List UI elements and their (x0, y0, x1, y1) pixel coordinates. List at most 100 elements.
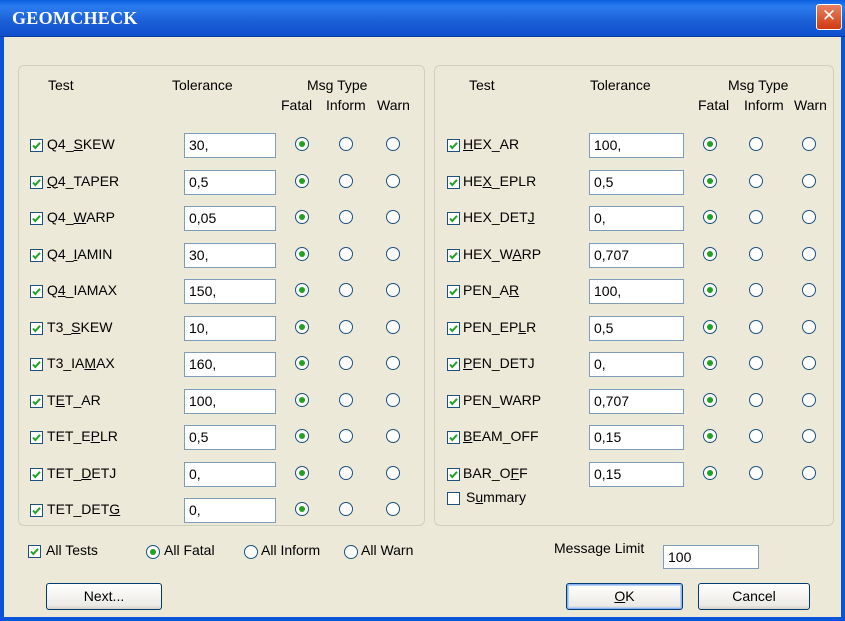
msg-type-fatal-radio[interactable] (295, 356, 309, 370)
test-checkbox[interactable] (447, 321, 460, 335)
all-fatal-radio[interactable] (146, 545, 160, 559)
msg-type-fatal-radio[interactable] (703, 429, 717, 443)
msg-type-inform-radio[interactable] (749, 465, 763, 480)
msg-type-inform-radio[interactable] (339, 246, 353, 261)
tolerance-input[interactable]: 160, (184, 352, 276, 377)
msg-type-warn-radio[interactable] (802, 356, 816, 370)
test-checkbox[interactable] (30, 431, 43, 444)
cancel-button[interactable]: Cancel (698, 583, 810, 610)
msg-type-warn-radio[interactable] (802, 429, 816, 443)
close-button[interactable]: ✕ (816, 4, 842, 30)
msg-type-fatal-radio[interactable] (295, 319, 309, 334)
test-checkbox[interactable] (30, 504, 43, 517)
msg-type-inform-radio[interactable] (339, 429, 353, 443)
test-checkbox[interactable] (447, 431, 460, 444)
message-limit-input[interactable]: 100 (663, 545, 759, 569)
msg-type-inform-radio[interactable] (339, 210, 353, 224)
msg-type-warn-radio[interactable] (386, 319, 400, 334)
msg-type-inform-radio[interactable] (339, 502, 353, 516)
tolerance-input[interactable]: 0, (589, 352, 684, 377)
msg-type-fatal-radio[interactable] (295, 210, 309, 224)
msg-type-inform-radio[interactable] (749, 173, 763, 188)
test-checkbox[interactable] (447, 248, 460, 262)
tolerance-input[interactable]: 30, (184, 133, 276, 158)
tolerance-input[interactable]: 0,05 (184, 206, 276, 231)
tolerance-input[interactable]: 100, (589, 133, 684, 158)
msg-type-warn-radio[interactable] (386, 210, 400, 224)
tolerance-input[interactable]: 0, (184, 498, 276, 523)
all-inform-radio[interactable] (244, 545, 258, 559)
msg-type-inform-radio[interactable] (749, 246, 763, 261)
test-checkbox[interactable] (30, 175, 43, 189)
msg-type-inform-radio[interactable] (339, 319, 353, 334)
test-checkbox[interactable] (30, 394, 43, 408)
msg-type-warn-radio[interactable] (802, 137, 816, 151)
msg-type-inform-radio[interactable] (749, 210, 763, 224)
test-checkbox[interactable] (447, 175, 460, 189)
tolerance-input[interactable]: 150, (184, 279, 276, 304)
msg-type-inform-radio[interactable] (339, 137, 353, 151)
tolerance-input[interactable]: 100, (589, 279, 684, 304)
ok-button[interactable]: OK (566, 583, 683, 610)
test-checkbox[interactable] (447, 358, 460, 371)
summary-checkbox[interactable] (447, 492, 460, 505)
msg-type-warn-radio[interactable] (386, 392, 400, 407)
tolerance-input[interactable]: 0,5 (589, 169, 684, 195)
msg-type-fatal-radio[interactable] (703, 319, 717, 334)
msg-type-warn-radio[interactable] (386, 502, 400, 516)
msg-type-warn-radio[interactable] (386, 356, 400, 370)
test-checkbox[interactable] (30, 212, 43, 225)
msg-type-warn-radio[interactable] (802, 283, 816, 297)
msg-type-fatal-radio[interactable] (703, 356, 717, 370)
msg-type-inform-radio[interactable] (749, 392, 763, 407)
msg-type-inform-radio[interactable] (339, 173, 353, 188)
msg-type-fatal-radio[interactable] (703, 137, 717, 151)
msg-type-warn-radio[interactable] (386, 137, 400, 151)
test-checkbox[interactable] (30, 139, 43, 152)
msg-type-warn-radio[interactable] (386, 465, 400, 480)
msg-type-inform-radio[interactable] (749, 356, 763, 370)
msg-type-fatal-radio[interactable] (295, 246, 309, 261)
test-checkbox[interactable] (447, 285, 460, 298)
msg-type-warn-radio[interactable] (386, 429, 400, 443)
tolerance-input[interactable]: 10, (184, 315, 276, 341)
msg-type-fatal-radio[interactable] (703, 173, 717, 188)
all-warn-radio[interactable] (344, 545, 358, 559)
msg-type-warn-radio[interactable] (386, 283, 400, 297)
test-checkbox[interactable] (30, 285, 43, 298)
msg-type-warn-radio[interactable] (802, 465, 816, 480)
tolerance-input[interactable]: 0, (589, 206, 684, 231)
msg-type-warn-radio[interactable] (802, 246, 816, 261)
test-checkbox[interactable] (447, 139, 460, 152)
msg-type-fatal-radio[interactable] (703, 392, 717, 407)
msg-type-inform-radio[interactable] (339, 465, 353, 480)
msg-type-inform-radio[interactable] (339, 356, 353, 370)
tolerance-input[interactable]: 0,707 (589, 242, 684, 268)
tolerance-input[interactable]: 0,5 (589, 315, 684, 341)
next-button[interactable]: Next... (46, 583, 162, 610)
msg-type-warn-radio[interactable] (386, 173, 400, 188)
msg-type-fatal-radio[interactable] (703, 465, 717, 480)
msg-type-fatal-radio[interactable] (295, 173, 309, 188)
test-checkbox[interactable] (447, 394, 460, 408)
msg-type-inform-radio[interactable] (749, 429, 763, 443)
msg-type-inform-radio[interactable] (749, 283, 763, 297)
msg-type-fatal-radio[interactable] (295, 429, 309, 443)
test-checkbox[interactable] (447, 212, 460, 225)
msg-type-inform-radio[interactable] (339, 392, 353, 407)
tolerance-input[interactable]: 30, (184, 242, 276, 268)
msg-type-warn-radio[interactable] (802, 319, 816, 334)
all-tests-checkbox[interactable] (28, 545, 41, 558)
msg-type-fatal-radio[interactable] (295, 392, 309, 407)
tolerance-input[interactable]: 0,5 (184, 425, 276, 450)
msg-type-warn-radio[interactable] (802, 392, 816, 407)
test-checkbox[interactable] (30, 248, 43, 262)
msg-type-fatal-radio[interactable] (703, 283, 717, 297)
test-checkbox[interactable] (30, 358, 43, 371)
msg-type-fatal-radio[interactable] (295, 283, 309, 297)
msg-type-inform-radio[interactable] (339, 283, 353, 297)
test-checkbox[interactable] (30, 321, 43, 335)
test-checkbox[interactable] (447, 467, 460, 481)
msg-type-fatal-radio[interactable] (295, 137, 309, 151)
msg-type-warn-radio[interactable] (386, 246, 400, 261)
